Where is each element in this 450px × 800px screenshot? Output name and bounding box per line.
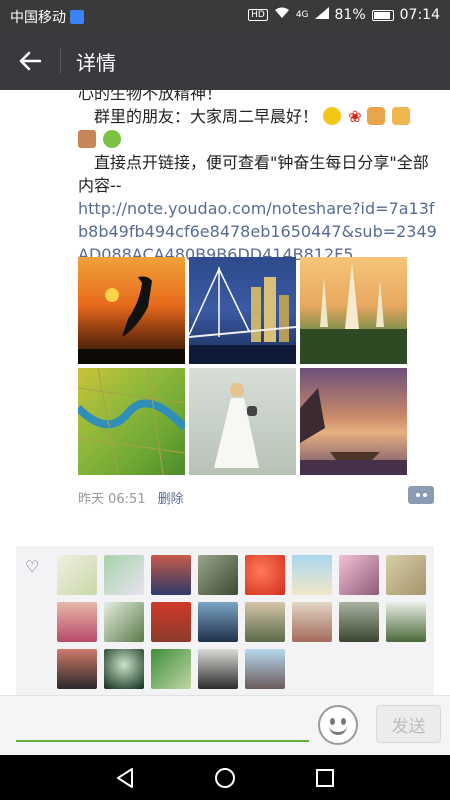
smile-emoji-icon <box>323 107 342 125</box>
liker-avatar[interactable] <box>292 555 332 595</box>
network-type: 4G <box>295 10 309 20</box>
likes-panel: ♡ <box>16 546 434 695</box>
nav-bar: 详情 <box>0 32 450 90</box>
signal-icon <box>314 7 329 23</box>
rose-emoji-icon: ❀ <box>348 107 362 126</box>
share-link[interactable]: http://note.youdao.com/noteshare?id=7a13… <box>78 199 437 264</box>
liker-avatar[interactable] <box>198 649 238 689</box>
liker-avatar[interactable] <box>245 555 285 595</box>
heart-icon: ♡ <box>25 557 40 576</box>
notification-icon <box>70 10 84 24</box>
post-time: 昨天 06:51 <box>78 492 146 507</box>
page-title: 详情 <box>76 51 116 75</box>
comment-button[interactable] <box>408 486 434 504</box>
liker-avatar[interactable] <box>151 602 191 642</box>
square-recents-icon <box>316 769 334 787</box>
carrier-name: 中国移动 <box>10 10 66 26</box>
battery-icon <box>371 9 394 21</box>
delete-link[interactable]: 删除 <box>158 488 184 507</box>
liker-avatar[interactable] <box>57 555 97 595</box>
clap-emoji-icon <box>391 107 410 125</box>
post-image-4[interactable] <box>75 367 188 476</box>
triangle-back-icon <box>117 768 133 788</box>
liker-avatar[interactable] <box>339 602 379 642</box>
liker-avatar[interactable] <box>245 602 285 642</box>
post-line-3: 直接点开链接，便可查看"钟奋生每日分享"全部内容-- <box>78 153 429 195</box>
liker-avatar[interactable] <box>104 555 144 595</box>
back-nav-button[interactable] <box>113 766 137 790</box>
send-button[interactable]: 发送 <box>376 705 441 743</box>
handshake-emoji-icon <box>366 107 385 125</box>
post-image-3[interactable] <box>300 257 407 364</box>
coffee-emoji-icon <box>78 130 96 148</box>
comment-input-bar: 发送 <box>0 695 450 755</box>
arrow-left-icon <box>19 51 41 71</box>
post-image-2[interactable] <box>188 257 297 364</box>
dot-icon <box>422 493 427 497</box>
image-grid <box>75 257 408 476</box>
emoji-button[interactable] <box>318 705 358 745</box>
post-detail: 心的生物不放精神！ 群里的朋友：大家周二早晨好！ ❀ 直接点开链接，便可查看"钟… <box>0 90 450 695</box>
battery-percent: 81% <box>334 7 366 23</box>
liker-avatar[interactable] <box>57 649 97 689</box>
liker-avatar[interactable] <box>245 649 285 689</box>
wifi-icon <box>274 7 290 23</box>
liker-avatar[interactable] <box>386 602 426 642</box>
post-text: 心的生物不放精神！ 群里的朋友：大家周二早晨好！ ❀ 直接点开链接，便可查看"钟… <box>78 90 438 266</box>
post-image-1[interactable] <box>78 257 185 364</box>
recents-nav-button[interactable] <box>313 766 337 790</box>
smiley-icon <box>329 726 347 735</box>
status-bar: 中国移动 HD 4G 81% 07:14 <box>0 0 450 32</box>
comment-input[interactable] <box>16 740 309 742</box>
liker-avatar[interactable] <box>198 602 238 642</box>
liker-avatar[interactable] <box>151 555 191 595</box>
liker-avatar[interactable] <box>104 602 144 642</box>
post-line-2: 群里的朋友：大家周二早晨好！ <box>94 107 319 126</box>
hd-badge: HD <box>248 9 268 21</box>
post-image-5[interactable] <box>189 368 296 475</box>
home-nav-button[interactable] <box>213 766 237 790</box>
nav-divider <box>60 48 61 74</box>
liker-avatar[interactable] <box>339 555 379 595</box>
liker-avatar[interactable] <box>198 555 238 595</box>
liker-avatar[interactable] <box>104 649 144 689</box>
liker-avatar[interactable] <box>292 602 332 642</box>
clock: 07:14 <box>399 7 440 23</box>
system-nav-bar <box>0 755 450 800</box>
liker-avatar[interactable] <box>57 602 97 642</box>
post-image-6[interactable] <box>300 368 407 475</box>
circle-home-icon <box>215 768 235 788</box>
face-emoji-icon <box>103 130 122 148</box>
post-line-1: 心的生物不放精神！ <box>78 90 223 103</box>
dot-icon <box>415 493 420 497</box>
back-button[interactable] <box>14 46 46 76</box>
post-meta: 昨天 06:51 删除 <box>78 488 184 507</box>
liker-avatar[interactable] <box>151 649 191 689</box>
liker-avatar[interactable] <box>386 555 426 595</box>
